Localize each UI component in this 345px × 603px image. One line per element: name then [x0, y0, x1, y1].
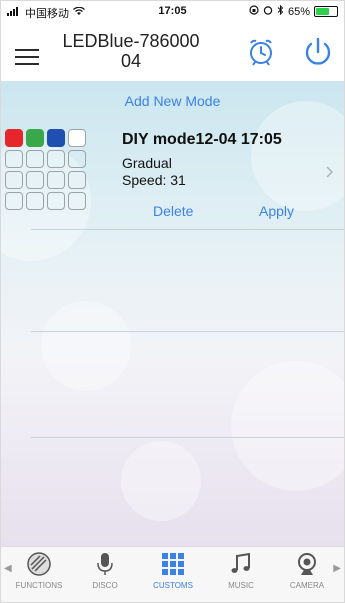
color-slot — [26, 129, 44, 147]
color-slot — [68, 129, 86, 147]
battery-icon — [314, 6, 338, 17]
device-title-line2: 04 — [120, 51, 142, 71]
empty-color-slot — [68, 192, 86, 210]
functions-icon — [6, 551, 72, 577]
tab-label: FUNCTIONS — [15, 581, 63, 590]
alarm-clock-icon[interactable] — [246, 37, 276, 67]
tab-label: DISCO — [92, 581, 118, 590]
custom-mode-item[interactable]: DIY mode12-04 17:05 Gradual Speed: 31 De… — [1, 121, 344, 219]
tab-music[interactable]: MUSIC — [208, 551, 274, 590]
empty-color-slot — [5, 150, 23, 168]
tab-customs[interactable]: CUSTOMS — [140, 551, 206, 590]
header: LEDBlue-786000 04 — [1, 23, 344, 81]
bokeh-decoration — [41, 301, 131, 391]
bokeh-decoration — [121, 441, 201, 521]
add-new-mode-button[interactable]: Add New Mode — [1, 93, 344, 109]
status-bar: 中国移动 17:05 65% — [1, 1, 344, 23]
color-slot-grid — [5, 129, 86, 210]
grid-icon — [140, 551, 206, 577]
microphone-icon — [72, 551, 138, 577]
battery-percent: 65% — [287, 5, 310, 18]
music-note-icon — [208, 551, 274, 577]
empty-color-slot — [47, 171, 65, 189]
device-title-line1: LEDBlue-786000 — [62, 31, 200, 51]
tab-label: CUSTOMS — [153, 581, 193, 590]
lock-rotation-icon — [249, 5, 259, 18]
menu-icon[interactable] — [15, 49, 39, 67]
empty-color-slot — [47, 150, 65, 168]
camera-icon — [274, 551, 340, 577]
app-screen: 中国移动 17:05 65% LEDBlue-786000 04 Add New… — [0, 0, 345, 603]
color-slot — [47, 129, 65, 147]
mode-speed: Speed: 31 — [122, 172, 186, 188]
empty-color-slot — [68, 171, 86, 189]
chevron-right-icon[interactable] — [326, 165, 334, 181]
empty-color-slot — [5, 192, 23, 210]
empty-color-slot — [26, 192, 44, 210]
list-divider — [31, 229, 344, 230]
alarm-status-icon — [263, 5, 273, 18]
battery-level — [316, 8, 329, 15]
tab-functions[interactable]: FUNCTIONS — [6, 551, 72, 590]
tab-label: CAMERA — [289, 581, 325, 590]
tab-disco[interactable]: DISCO — [72, 551, 138, 590]
power-icon[interactable] — [301, 35, 335, 69]
empty-color-slot — [68, 150, 86, 168]
color-slot — [5, 129, 23, 147]
device-title: LEDBlue-786000 04 — [61, 31, 201, 71]
empty-color-slot — [26, 150, 44, 168]
tab-label: MUSIC — [228, 581, 254, 590]
list-divider — [31, 331, 344, 332]
bokeh-decoration — [231, 361, 344, 491]
tab-bar: ◀ ▶ FUNCTIONS DISCO CUSTOMS MUSIC CAMERA — [1, 546, 344, 602]
mode-effect: Gradual — [122, 155, 172, 171]
tab-camera[interactable]: CAMERA — [274, 551, 340, 590]
empty-color-slot — [5, 171, 23, 189]
list-divider — [31, 437, 344, 438]
mode-list-area[interactable]: Add New Mode DIY mode12-04 17:05 Gradual… — [1, 81, 344, 546]
empty-color-slot — [47, 192, 65, 210]
mode-name: DIY mode12-04 17:05 — [122, 131, 282, 148]
empty-color-slot — [26, 171, 44, 189]
status-right: 65% — [249, 4, 338, 18]
bluetooth-icon — [277, 4, 284, 18]
apply-button[interactable]: Apply — [259, 203, 294, 219]
delete-button[interactable]: Delete — [153, 203, 193, 219]
